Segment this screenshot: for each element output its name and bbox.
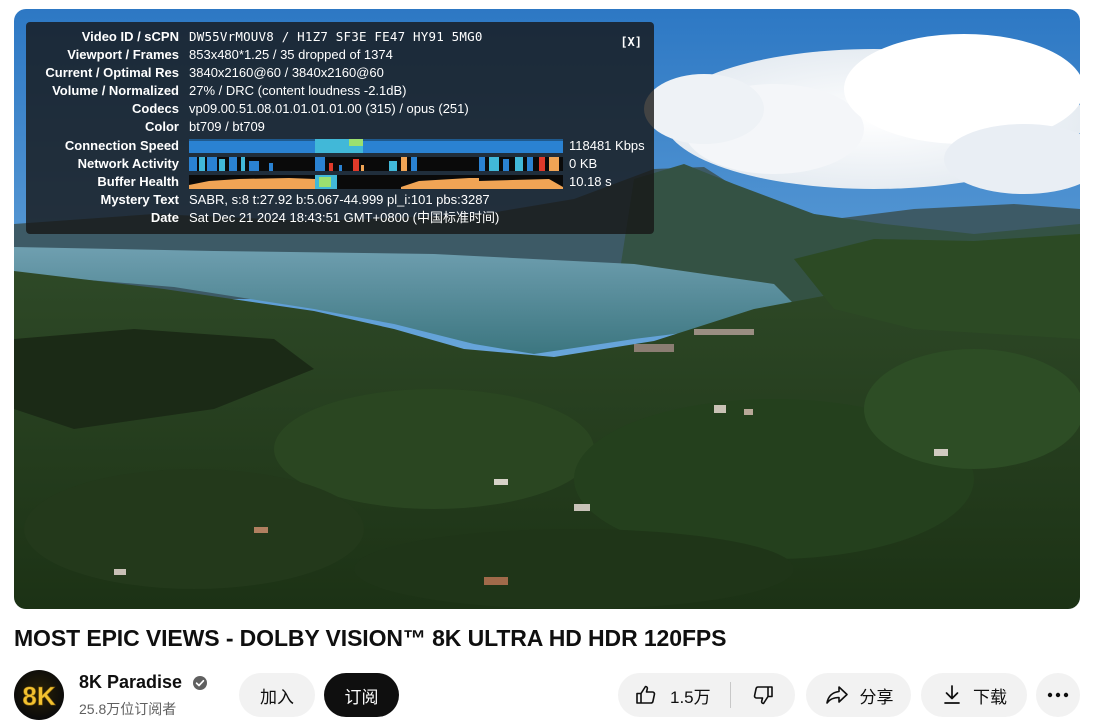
like-button[interactable]: 1.5万 <box>618 673 730 717</box>
thumbs-down-icon <box>751 683 775 707</box>
stats-value: 0 KB <box>569 155 598 171</box>
more-horizontal-icon <box>1047 692 1069 698</box>
stats-value: vp09.00.51.08.01.01.01.01.00 (315) / opu… <box>189 101 469 117</box>
stats-row-color: Color bt709 / bt709 <box>26 118 654 136</box>
verified-check-icon <box>192 675 208 691</box>
channel-name[interactable]: 8K Paradise <box>79 672 182 693</box>
download-label: 下载 <box>973 687 1007 707</box>
video-player[interactable]: [X] Video ID / sCPN DW55VrMOUV8 / H1Z7 S… <box>14 9 1080 609</box>
stats-label: Video ID / sCPN <box>81 29 179 44</box>
stats-value: 853x480*1.25 / 35 dropped of 1374 <box>189 47 393 63</box>
stats-row-mystery-text: Mystery Text SABR, s:8 t:27.92 b:5.067-4… <box>26 191 654 209</box>
stats-row-viewport: Viewport / Frames 853x480*1.25 / 35 drop… <box>26 46 654 64</box>
stats-label: Codecs <box>132 101 179 117</box>
video-title: MOST EPIC VIEWS - DOLBY VISION™ 8K ULTRA… <box>14 625 727 651</box>
download-button[interactable]: 下载 <box>921 673 1027 717</box>
stats-for-nerds-panel: [X] Video ID / sCPN DW55VrMOUV8 / H1Z7 S… <box>26 22 654 234</box>
stats-value: DW55VrMOUV8 / H1Z7 SF3E FE47 HY91 5MG0 <box>189 29 483 44</box>
stats-value: 10.18 s <box>569 173 612 189</box>
stats-label: Buffer Health <box>97 173 179 189</box>
stats-value: 3840x2160@60 / 3840x2160@60 <box>189 65 384 81</box>
download-icon <box>941 683 963 707</box>
stats-row-volume: Volume / Normalized 27% / DRC (content l… <box>26 82 654 100</box>
avatar-text: 8K <box>22 681 55 711</box>
join-button[interactable]: 加入 <box>239 673 315 717</box>
stats-row-codecs: Codecs vp09.00.51.08.01.01.01.01.00 (315… <box>26 100 654 118</box>
stats-label: Volume / Normalized <box>52 83 179 99</box>
network-activity-graph <box>189 156 563 171</box>
like-dislike-group: 1.5万 <box>618 673 795 717</box>
stats-row-resolution: Current / Optimal Res 3840x2160@60 / 384… <box>26 64 654 82</box>
stats-close-button[interactable]: [X] <box>620 33 642 51</box>
dislike-button[interactable] <box>731 673 795 717</box>
share-label: 分享 <box>859 687 894 707</box>
stats-row-video-id: Video ID / sCPN DW55VrMOUV8 / H1Z7 SF3E … <box>26 28 654 46</box>
more-actions-button[interactable] <box>1036 673 1080 717</box>
join-label: 加入 <box>260 687 294 707</box>
subscribe-label: 订阅 <box>344 687 379 707</box>
stats-row-date: Date Sat Dec 21 2024 18:43:51 GMT+0800 (… <box>26 209 654 227</box>
share-button[interactable]: 分享 <box>806 673 911 717</box>
subscriber-count: 25.8万位订阅者 <box>79 701 177 717</box>
connection-speed-graph <box>189 138 563 153</box>
channel-avatar[interactable]: 8K <box>14 670 64 720</box>
stats-row-buffer-health: Buffer Health 10.18 s <box>26 173 654 191</box>
stats-label: Current / Optimal Res <box>45 65 179 81</box>
stats-value: bt709 / bt709 <box>189 119 265 135</box>
stats-row-network-activity: Network Activity 0 KB <box>26 155 654 173</box>
stats-value: 27% / DRC (content loudness -2.1dB) <box>189 83 407 99</box>
subscribe-button[interactable]: 订阅 <box>324 673 399 717</box>
stats-value: SABR, s:8 t:27.92 b:5.067-44.999 pl_i:10… <box>189 191 490 207</box>
stats-label: Connection Speed <box>64 137 179 153</box>
stats-label: Network Activity <box>77 155 179 171</box>
stats-label: Mystery Text <box>100 191 179 207</box>
stats-label: Viewport / Frames <box>67 47 179 63</box>
stats-label: Date <box>150 209 179 225</box>
stats-value: 118481 Kbps <box>569 137 645 153</box>
share-arrow-icon <box>824 683 850 707</box>
stats-value: Sat Dec 21 2024 18:43:51 GMT+0800 (中国标准时… <box>189 209 500 225</box>
thumbs-up-icon <box>634 683 658 707</box>
like-count: 1.5万 <box>670 687 711 707</box>
stats-row-connection-speed: Connection Speed 118481 Kbps <box>26 137 654 155</box>
buffer-health-graph <box>189 174 563 189</box>
stats-label: Color <box>145 119 179 135</box>
